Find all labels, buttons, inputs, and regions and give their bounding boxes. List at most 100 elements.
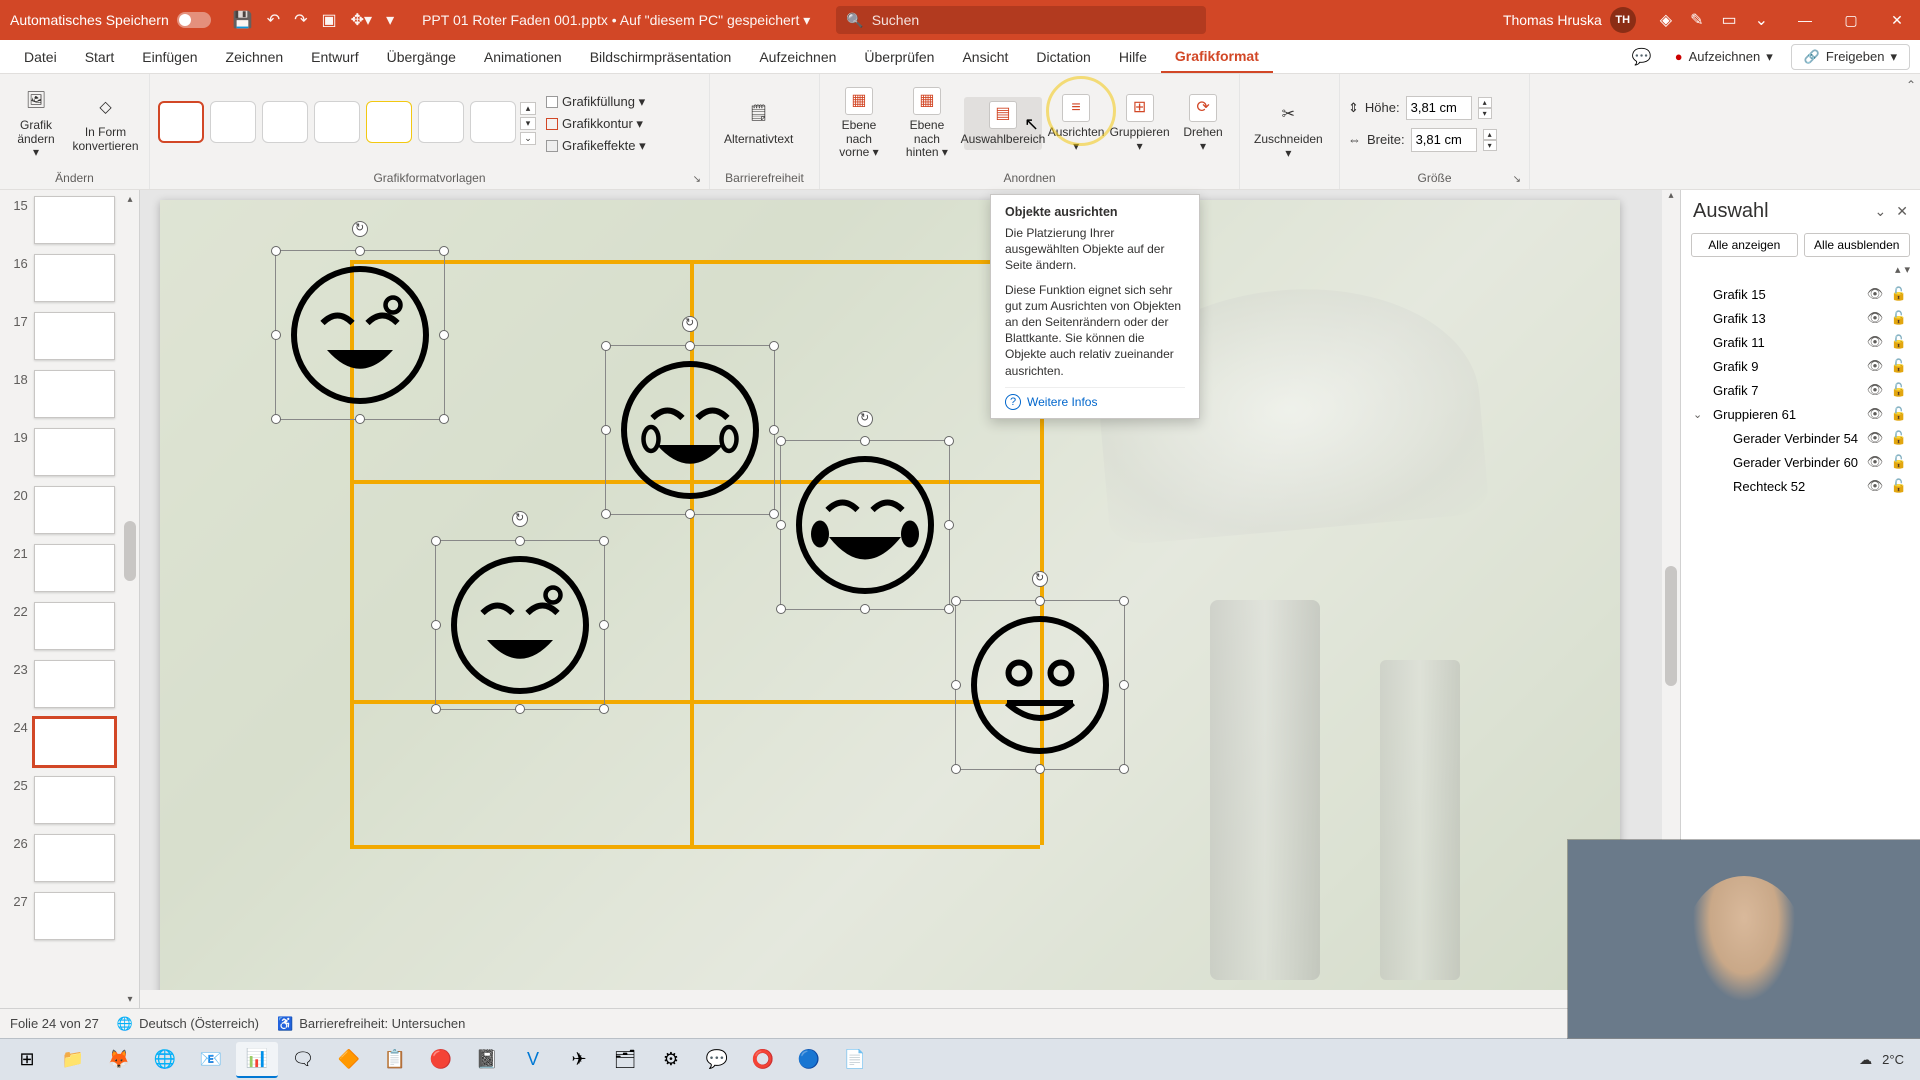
lock-icon[interactable]: 🔓 — [1890, 334, 1908, 350]
style-thumb[interactable] — [262, 101, 308, 143]
tab-aufzeichnen[interactable]: Aufzeichnen — [745, 40, 850, 73]
scroll-thumb[interactable] — [1665, 566, 1677, 686]
change-graphic-button[interactable]: 🖼 Grafik ändern ▾ — [8, 83, 64, 164]
rotate-handle[interactable] — [512, 511, 528, 527]
visibility-icon[interactable]: 👁 — [1866, 406, 1884, 422]
resize-handle[interactable] — [860, 436, 870, 446]
weather-icon[interactable]: ☁ — [1859, 1052, 1872, 1068]
resize-handle[interactable] — [599, 704, 609, 714]
ribbon-options-icon[interactable]: ⌄ — [1755, 10, 1768, 30]
autosave-toggle[interactable]: Automatisches Speichern — [0, 12, 221, 28]
style-thumb[interactable] — [418, 101, 464, 143]
accessibility-status[interactable]: ♿Barrierefreiheit: Untersuchen — [277, 1016, 465, 1032]
qat-more-icon[interactable]: ▾ — [386, 10, 394, 30]
document-title[interactable]: PPT 01 Roter Faden 001.pptx • Auf "diese… — [406, 12, 826, 29]
lock-icon[interactable]: 🔓 — [1890, 358, 1908, 374]
app-icon[interactable]: 🗨 — [282, 1042, 324, 1078]
tab-zeichnen[interactable]: Zeichnen — [212, 40, 298, 73]
emoji-graphic[interactable] — [445, 550, 595, 700]
resize-handle[interactable] — [685, 509, 695, 519]
slide-thumbnail[interactable]: 17 — [6, 312, 115, 360]
lock-icon[interactable]: 🔓 — [1890, 382, 1908, 398]
lock-icon[interactable]: 🔓 — [1890, 310, 1908, 326]
show-all-button[interactable]: Alle anzeigen — [1691, 233, 1798, 257]
resize-handle[interactable] — [515, 704, 525, 714]
app-icon[interactable]: 💬 — [696, 1042, 738, 1078]
start-button[interactable]: ⊞ — [6, 1042, 48, 1078]
lock-icon[interactable]: 🔓 — [1890, 286, 1908, 302]
app-icon[interactable]: 📄 — [834, 1042, 876, 1078]
resize-handle[interactable] — [355, 246, 365, 256]
slide-thumbnail[interactable]: 26 — [6, 834, 115, 882]
visibility-icon[interactable]: 👁 — [1866, 454, 1884, 470]
tab-dictation[interactable]: Dictation — [1022, 40, 1104, 73]
alt-text-button[interactable]: 🗒 Alternativtext — [718, 97, 799, 151]
slide-thumbnail[interactable]: 22 — [6, 602, 115, 650]
tab-start[interactable]: Start — [71, 40, 129, 73]
move-up-icon[interactable]: ▴ — [1895, 263, 1901, 276]
visibility-icon[interactable]: 👁 — [1866, 430, 1884, 446]
app-icon[interactable]: ⭕ — [742, 1042, 784, 1078]
bring-forward-button[interactable]: ▦Ebene nach vorne ▾ — [828, 83, 890, 164]
resize-handle[interactable] — [601, 341, 611, 351]
convert-to-shape-button[interactable]: ◇ In Form konvertieren — [70, 90, 141, 158]
tab-grafikformat[interactable]: Grafikformat — [1161, 40, 1273, 73]
resize-handle[interactable] — [951, 764, 961, 774]
resize-handle[interactable] — [1119, 680, 1129, 690]
tab-ueberpruefen[interactable]: Überprüfen — [850, 40, 948, 73]
app-icon[interactable]: 🔴 — [420, 1042, 462, 1078]
search-input[interactable] — [872, 12, 1197, 28]
chrome-icon[interactable]: 🌐 — [144, 1042, 186, 1078]
group-button[interactable]: ⊞Gruppieren ▾ — [1110, 90, 1169, 158]
style-thumb[interactable] — [366, 101, 412, 143]
expand-icon[interactable]: ⌄ — [1693, 408, 1707, 421]
send-backward-button[interactable]: ▦Ebene nach hinten ▾ — [896, 83, 958, 164]
collapse-ribbon-icon[interactable]: ⌃ — [1906, 78, 1916, 92]
visibility-icon[interactable]: 👁 — [1866, 334, 1884, 350]
grid-line[interactable] — [350, 845, 1040, 849]
slide-thumbnail[interactable]: 27 — [6, 892, 115, 940]
share-button[interactable]: 🔗Freigeben▾ — [1791, 44, 1910, 70]
slide-thumbnail[interactable]: 25 — [6, 776, 115, 824]
rotate-handle[interactable] — [682, 316, 698, 332]
resize-handle[interactable] — [599, 620, 609, 630]
styles-launcher-icon[interactable]: ↘ — [693, 174, 701, 185]
emoji-graphic[interactable] — [615, 355, 765, 505]
style-thumb[interactable] — [314, 101, 360, 143]
language-status[interactable]: 🌐Deutsch (Österreich) — [117, 1016, 259, 1032]
graphic-outline-button[interactable]: Grafikkontur ▾ — [542, 115, 650, 133]
resize-handle[interactable] — [439, 246, 449, 256]
resize-handle[interactable] — [431, 704, 441, 714]
resize-handle[interactable] — [515, 536, 525, 546]
selection-item[interactable]: Grafik 7👁🔓 — [1687, 378, 1914, 402]
app-icon[interactable]: 📋 — [374, 1042, 416, 1078]
resize-handle[interactable] — [601, 509, 611, 519]
resize-handle[interactable] — [769, 425, 779, 435]
maximize-button[interactable]: ▢ — [1828, 0, 1874, 40]
close-button[interactable]: ✕ — [1874, 0, 1920, 40]
selection-item[interactable]: Grafik 13👁🔓 — [1687, 306, 1914, 330]
tab-animationen[interactable]: Animationen — [470, 40, 576, 73]
outlook-icon[interactable]: 📧 — [190, 1042, 232, 1078]
selection-item[interactable]: ⌄Gruppieren 61👁🔓 — [1687, 402, 1914, 426]
slide-thumbnail[interactable]: 16 — [6, 254, 115, 302]
resize-handle[interactable] — [439, 414, 449, 424]
selection-item[interactable]: Grafik 9👁🔓 — [1687, 354, 1914, 378]
resize-handle[interactable] — [769, 341, 779, 351]
resize-handle[interactable] — [944, 520, 954, 530]
slide-thumbnail[interactable]: 24 — [6, 718, 115, 766]
tab-uebergaenge[interactable]: Übergänge — [373, 40, 470, 73]
pane-close-icon[interactable]: ✕ — [1896, 203, 1908, 220]
graphic-styles-gallery[interactable] — [158, 101, 516, 147]
scroll-up-icon[interactable]: ▴ — [121, 190, 139, 208]
rotate-handle[interactable] — [1032, 571, 1048, 587]
present-icon[interactable]: ▣ — [322, 10, 337, 30]
selection-item[interactable]: Gerader Verbinder 60👁🔓 — [1687, 450, 1914, 474]
slide-thumbnail[interactable]: 18 — [6, 370, 115, 418]
emoji-graphic[interactable] — [285, 260, 435, 410]
height-input[interactable] — [1406, 96, 1472, 120]
resize-handle[interactable] — [776, 520, 786, 530]
slide-canvas[interactable]: .grid-h:nth-of-type(1){} — [160, 200, 1620, 1020]
window-icon[interactable]: ▭ — [1721, 10, 1736, 30]
size-launcher-icon[interactable]: ↘ — [1513, 174, 1521, 185]
